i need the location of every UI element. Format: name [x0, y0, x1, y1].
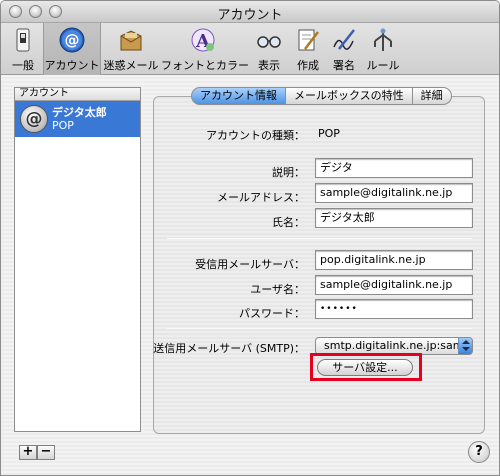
junk-mail-icon: [120, 30, 142, 51]
account-type: POP: [52, 119, 74, 132]
tab-mailbox-behaviors[interactable]: メールボックスの特性: [286, 87, 413, 105]
toolbar-accounts-label: アカウント: [44, 59, 100, 72]
username-label: ユーザ名：: [250, 283, 305, 296]
signature-icon: [333, 29, 355, 50]
switch-icon: [16, 28, 30, 52]
toolbar-junk-mail-label: 迷惑メール: [103, 59, 159, 72]
preferences-window: アカウント 一般 @ アカウント 迷惑メール A フォントとカラー 表示 作成 …: [0, 0, 500, 476]
title-bar: アカウント: [1, 1, 499, 23]
toolbar-viewing-label: 表示: [258, 59, 280, 72]
toolbar-composing-label: 作成: [297, 59, 319, 72]
toolbar-general[interactable]: 一般: [3, 23, 43, 75]
tab-bar: アカウント情報 メールボックスの特性 詳細: [191, 87, 452, 105]
toolbar-rules[interactable]: ルール: [363, 23, 403, 75]
glasses-icon: [257, 36, 281, 48]
password-field[interactable]: ••••••: [315, 299, 473, 319]
compose-icon: [298, 29, 319, 51]
font-color-icon: A: [191, 28, 215, 52]
accounts-list[interactable]: アカウント @ デジタ太郎 POP: [14, 87, 141, 432]
toolbar-rules-label: ルール: [366, 59, 400, 72]
toolbar-accounts[interactable]: @ アカウント: [43, 23, 101, 75]
server-settings-button[interactable]: サーバ設定...: [317, 359, 413, 376]
toolbar-fonts-colors-label: フォントとカラー: [161, 59, 249, 72]
at-sign-icon: @: [59, 27, 85, 53]
username-field[interactable]: sample@digitalink.ne.jp: [315, 275, 473, 295]
toolbar-viewing[interactable]: 表示: [249, 23, 289, 75]
tab-account-info[interactable]: アカウント情報: [191, 87, 286, 105]
at-sign-icon: @: [20, 105, 48, 133]
toolbar-composing[interactable]: 作成: [291, 23, 325, 75]
toolbar-signatures[interactable]: 署名: [327, 23, 361, 75]
description-label: 説明：: [272, 166, 305, 179]
incoming-server-label: 受信用メールサーバ：: [195, 258, 305, 271]
window-title: アカウント: [217, 8, 283, 23]
fullname-label: 氏名：: [272, 216, 305, 229]
smtp-server-label: 送信用メールサーバ (SMTP)：: [153, 342, 305, 355]
remove-account-button[interactable]: −: [37, 445, 55, 460]
password-label: パスワード：: [239, 307, 305, 320]
incoming-server-field[interactable]: pop.digitalink.ne.jp: [315, 250, 473, 270]
toolbar-general-label: 一般: [12, 59, 34, 72]
email-label: メールアドレス：: [217, 191, 305, 204]
smtp-server-value: smtp.digitalink.ne.jp:samp: [324, 339, 471, 352]
accounts-list-header: アカウント: [15, 88, 140, 101]
help-button[interactable]: ?: [468, 441, 490, 463]
toolbar-junk-mail[interactable]: 迷惑メール: [103, 23, 159, 75]
section-divider: [167, 328, 472, 329]
toolbar-signatures-label: 署名: [333, 59, 355, 72]
email-field[interactable]: sample@digitalink.ne.jp: [315, 183, 473, 203]
popup-arrows-icon: [458, 338, 472, 354]
section-divider: [167, 238, 472, 239]
fullname-field[interactable]: デジタ太郎: [315, 208, 473, 228]
toolbar-fonts-colors[interactable]: A フォントとカラー: [161, 23, 249, 75]
description-field[interactable]: デジタ: [315, 158, 473, 178]
add-account-button[interactable]: +: [19, 445, 37, 460]
rules-icon: [374, 28, 392, 51]
account-row[interactable]: @ デジタ太郎 POP: [15, 101, 140, 137]
tab-advanced[interactable]: 詳細: [412, 87, 452, 105]
account-type-label: アカウントの種類：: [206, 129, 305, 142]
account-type-value: POP: [318, 127, 340, 140]
toolbar: 一般 @ アカウント 迷惑メール A フォントとカラー 表示 作成 署名 ルール: [1, 23, 499, 75]
account-name: デジタ太郎: [52, 106, 107, 119]
svg-text:@: @: [65, 31, 80, 49]
